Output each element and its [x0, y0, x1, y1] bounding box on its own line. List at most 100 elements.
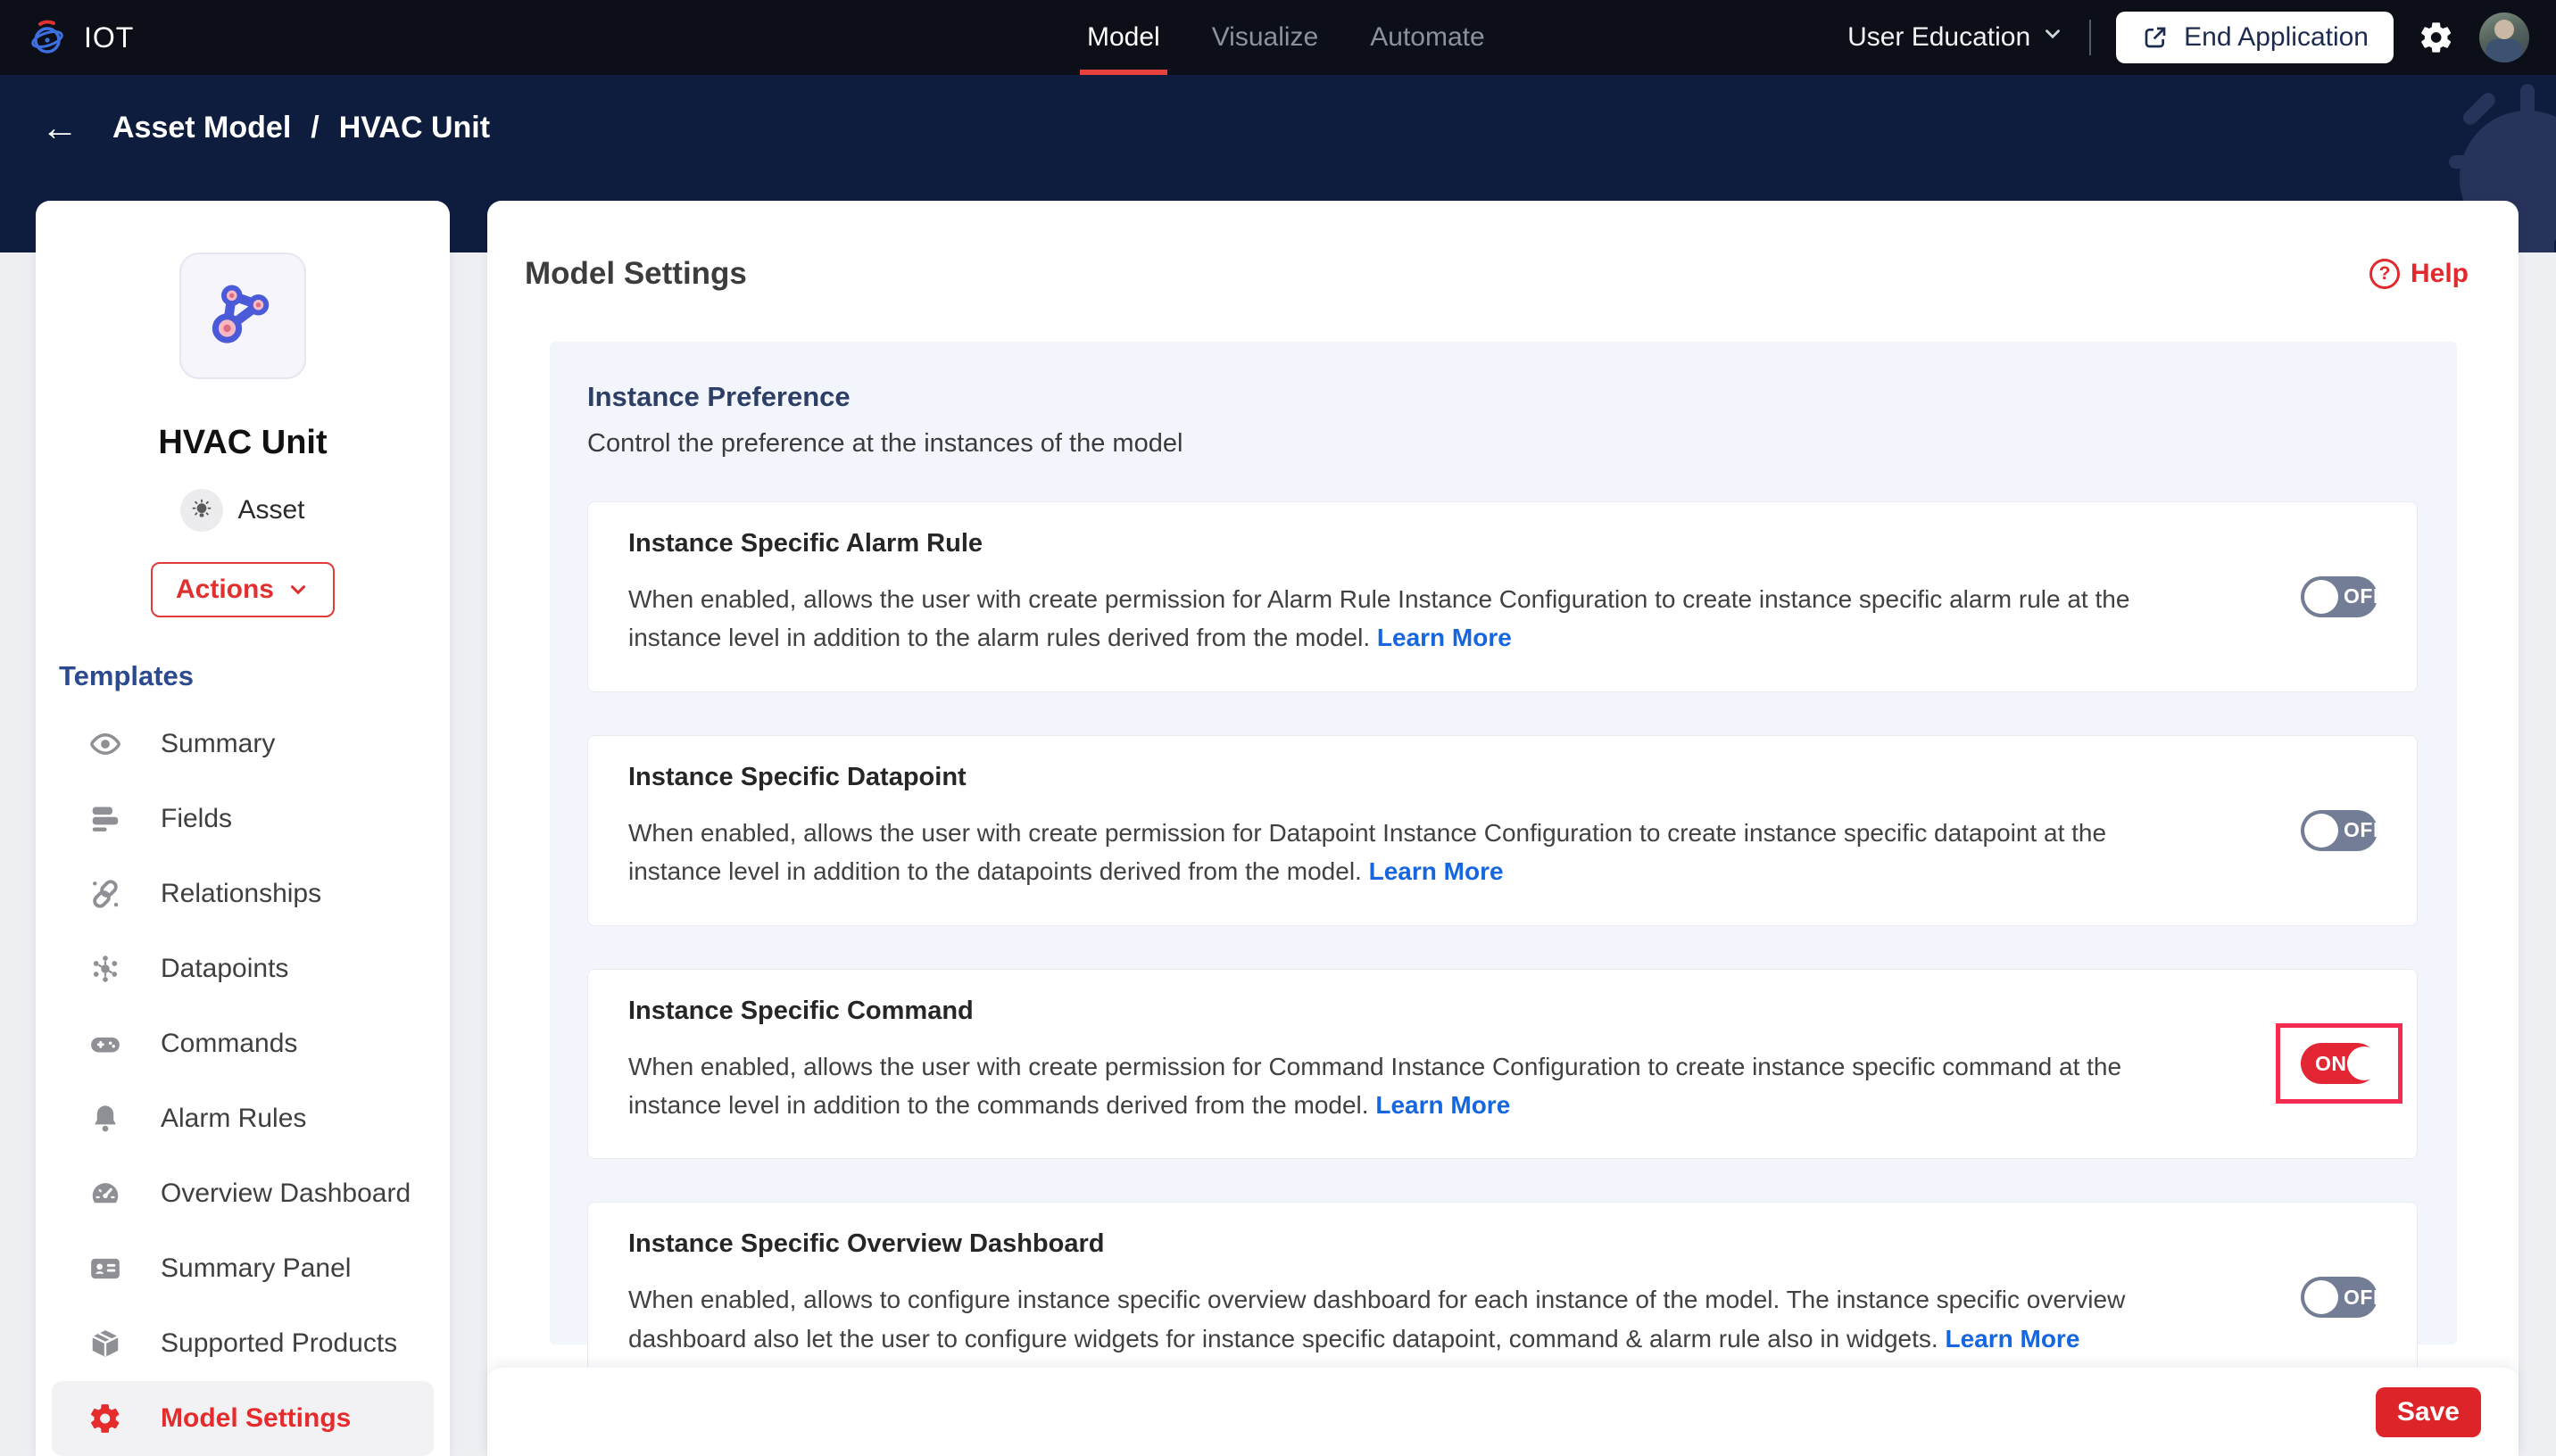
- breadcrumb-separator: /: [311, 110, 320, 145]
- id-card-icon: [87, 1251, 123, 1286]
- asset-type-badge: [180, 489, 224, 532]
- eye-icon: [87, 726, 123, 762]
- decorative-bulb-ray: [2449, 155, 2476, 169]
- sidebar-item-label: Datapoints: [161, 954, 289, 983]
- toggle-knob: [2304, 813, 2338, 848]
- fields-icon: [87, 801, 123, 837]
- alarm-rule-toggle[interactable]: OFF: [2301, 575, 2386, 617]
- primary-tabs: Model Visualize Automate: [1080, 0, 1485, 75]
- chevron-down-icon: [290, 585, 306, 595]
- learn-more-link[interactable]: Learn More: [1375, 1091, 1510, 1119]
- sidebar-item-commands[interactable]: Commands: [36, 1006, 450, 1081]
- sidebar-item-model-settings[interactable]: Model Settings: [52, 1381, 434, 1456]
- learn-more-link[interactable]: Learn More: [1369, 857, 1504, 885]
- card-title: Instance Specific Overview Dashboard: [628, 1229, 1105, 1259]
- templates-section-title: Templates: [59, 660, 195, 691]
- sidebar-item-label: Supported Products: [161, 1328, 398, 1358]
- instance-preference-section: Instance Preference Control the preferen…: [550, 342, 2457, 1394]
- command-toggle[interactable]: ON: [2301, 1043, 2381, 1085]
- package-icon: [87, 1326, 123, 1361]
- top-bar: IOT Model Visualize Automate User Educat…: [0, 0, 2556, 75]
- sidebar-item-label: Overview Dashboard: [161, 1179, 411, 1208]
- decorative-bulb-ray: [2520, 84, 2535, 118]
- card-title: Instance Specific Datapoint: [628, 762, 967, 791]
- toggle-label: OFF: [2344, 818, 2386, 842]
- sidebar-item-alarm-rules[interactable]: Alarm Rules: [36, 1081, 450, 1156]
- sidebar-item-label: Commands: [161, 1029, 298, 1058]
- card-description: When enabled, allows the user with creat…: [628, 1047, 2167, 1125]
- tab-visualize[interactable]: Visualize: [1212, 0, 1319, 75]
- card-description-text: When enabled, allows to configure instan…: [628, 1286, 2126, 1353]
- end-application-label: End Application: [2184, 22, 2369, 52]
- question-mark-icon: ?: [2369, 259, 2400, 289]
- actions-button[interactable]: Actions: [150, 562, 335, 617]
- sidebar-item-datapoints[interactable]: Datapoints: [36, 931, 450, 1006]
- learn-more-link[interactable]: Learn More: [1945, 1325, 2079, 1353]
- link-icon: [87, 876, 123, 912]
- portal-selector[interactable]: User Education: [1847, 22, 2064, 53]
- gear-icon: [87, 1401, 123, 1436]
- sidebar-item-label: Fields: [161, 804, 233, 833]
- card-instance-specific-alarm-rule: Instance Specific Alarm Rule When enable…: [587, 501, 2418, 692]
- section-title: Instance Preference: [587, 381, 851, 412]
- toggle-label: ON: [2315, 1051, 2347, 1075]
- sidebar-item-label: Alarm Rules: [161, 1104, 307, 1133]
- external-link-icon: [2145, 27, 2166, 48]
- section-subtitle: Control the preference at the instances …: [587, 429, 1183, 458]
- iot-logo-icon: [31, 20, 63, 54]
- card-description: When enabled, allows to configure instan…: [628, 1280, 2167, 1358]
- topbar-right-cluster: User Education End Application: [1847, 0, 2529, 75]
- settings-gear-icon[interactable]: [2419, 20, 2454, 55]
- card-instance-specific-overview-dashboard: Instance Specific Overview Dashboard Whe…: [587, 1202, 2418, 1394]
- breadcrumb-current: HVAC Unit: [338, 110, 491, 145]
- tab-model[interactable]: Model: [1080, 0, 1167, 75]
- card-title: Instance Specific Alarm Rule: [628, 529, 983, 558]
- bell-icon: [87, 1101, 123, 1137]
- card-title: Instance Specific Command: [628, 996, 974, 1025]
- user-avatar[interactable]: [2479, 12, 2529, 62]
- controller-icon: [87, 1026, 123, 1062]
- actions-label: Actions: [175, 575, 274, 604]
- sidebar-item-supported-products[interactable]: Supported Products: [36, 1306, 450, 1381]
- gauge-icon: [87, 1176, 123, 1212]
- datapoint-toggle[interactable]: OFF: [2301, 809, 2386, 851]
- belt-pulley-icon: [212, 285, 270, 343]
- overview-dashboard-toggle[interactable]: OFF: [2301, 1277, 2386, 1319]
- model-type-label: Asset: [237, 495, 305, 525]
- card-description: When enabled, allows the user with creat…: [628, 580, 2167, 658]
- command-toggle-highlight-box: ON: [2276, 1023, 2402, 1104]
- breadcrumb: Asset Model / HVAC Unit: [112, 111, 490, 145]
- learn-more-link[interactable]: Learn More: [1377, 624, 1512, 651]
- tab-automate[interactable]: Automate: [1370, 0, 1484, 75]
- end-application-button[interactable]: End Application: [2116, 12, 2394, 63]
- sidebar-item-label: Summary: [161, 729, 276, 758]
- toggle-label: OFF: [2344, 1285, 2386, 1309]
- logo-text: IOT: [84, 21, 135, 54]
- model-avatar-box: [179, 252, 306, 379]
- model-settings-panel: Model Settings ? Help Instance Preferenc…: [487, 201, 2519, 1456]
- help-link[interactable]: ? Help: [2369, 259, 2469, 289]
- sidebar-item-label: Summary Panel: [161, 1253, 352, 1283]
- toggle-knob: [2304, 579, 2338, 614]
- back-arrow-icon[interactable]: ←: [41, 109, 79, 146]
- save-button[interactable]: Save: [2375, 1386, 2481, 1437]
- datapoints-icon: [87, 951, 123, 987]
- model-type-row: Asset: [36, 489, 450, 532]
- sidebar-item-summary[interactable]: Summary: [36, 707, 450, 782]
- card-instance-specific-datapoint: Instance Specific Datapoint When enabled…: [587, 734, 2418, 926]
- sidebar-item-relationships[interactable]: Relationships: [36, 856, 450, 931]
- portal-name: User Education: [1847, 22, 2031, 52]
- card-description: When enabled, allows the user with creat…: [628, 814, 2167, 891]
- sidebar-item-summary-panel[interactable]: Summary Panel: [36, 1231, 450, 1306]
- sidebar-item-overview-dashboard[interactable]: Overview Dashboard: [36, 1156, 450, 1231]
- template-menu: Summary Fields Relationships Datapoints …: [36, 698, 450, 1456]
- model-sidebar: HVAC Unit Asset Actions Templates Summar…: [36, 201, 450, 1456]
- sidebar-item-label: Model Settings: [161, 1403, 352, 1433]
- sidebar-item-fields[interactable]: Fields: [36, 782, 450, 856]
- bulb-icon: [193, 499, 212, 517]
- card-instance-specific-command: Instance Specific Command When enabled, …: [587, 968, 2418, 1160]
- toggle-knob: [2304, 1280, 2338, 1315]
- breadcrumb-section[interactable]: Asset Model: [112, 111, 291, 145]
- help-label: Help: [2410, 259, 2469, 288]
- topbar-divider: [2089, 20, 2092, 55]
